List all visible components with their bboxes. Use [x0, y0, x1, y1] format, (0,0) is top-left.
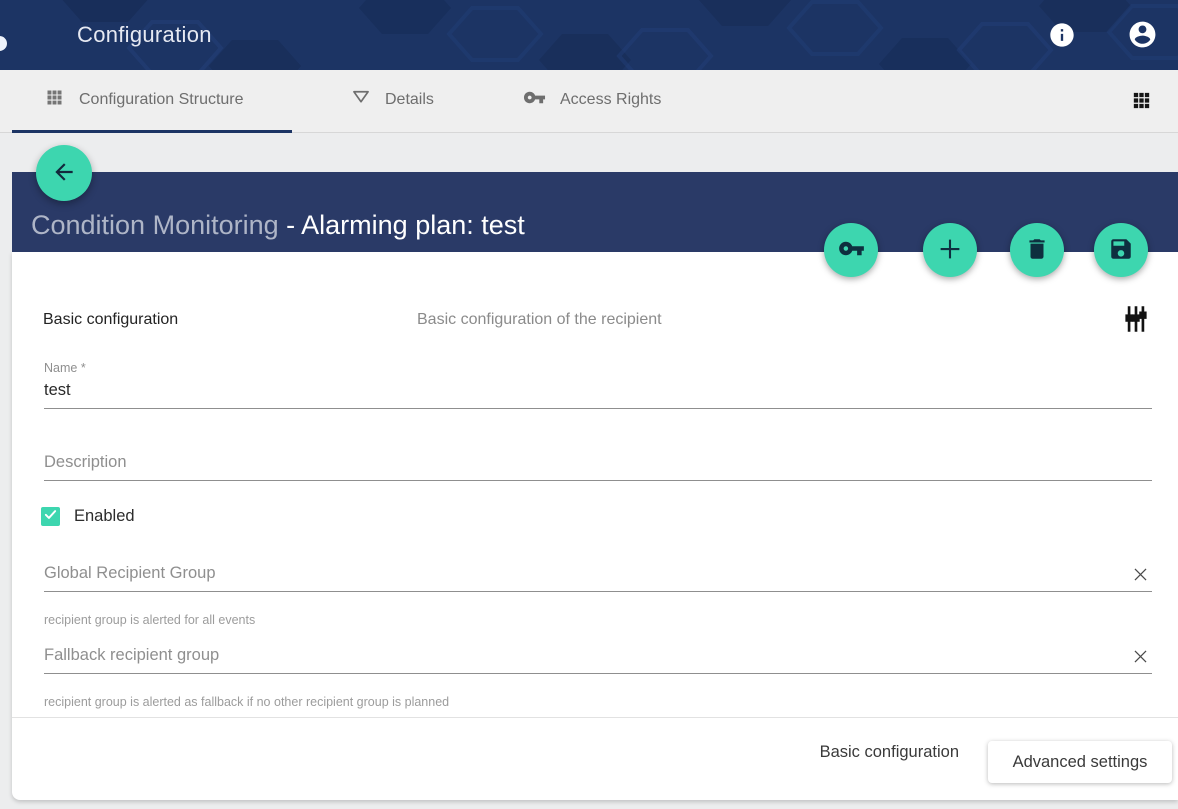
fallback-recipient-group-hint: recipient group is alerted as fallback i… [44, 695, 449, 709]
check-icon [43, 507, 58, 527]
back-button[interactable] [36, 145, 92, 201]
close-icon [1131, 654, 1150, 669]
plus-icon [935, 234, 965, 267]
trash-icon [1024, 236, 1050, 265]
advanced-settings-button[interactable]: Advanced settings [988, 741, 1172, 783]
delete-fab[interactable] [1010, 223, 1064, 277]
arrow-left-icon [51, 159, 77, 188]
fallback-recipient-group-clear-button[interactable] [1130, 646, 1150, 666]
page-title-prefix: Condition Monitoring [31, 210, 286, 240]
page-header-band: Condition Monitoring - Alarming plan: te… [12, 172, 1178, 252]
global-recipient-group-input[interactable] [44, 564, 1152, 592]
account-icon [1127, 38, 1158, 53]
tab-label: Access Rights [560, 91, 661, 109]
tab-label: Configuration Structure [79, 91, 244, 109]
key-icon [523, 86, 546, 114]
app-title: Configuration [77, 22, 212, 48]
advanced-settings-toggle-button[interactable] [1122, 304, 1150, 334]
grid-icon [1130, 100, 1153, 115]
app-bar: Configuration [0, 0, 1178, 70]
name-field-label: Name * [44, 361, 86, 375]
grid-icon [44, 87, 65, 113]
tab-details[interactable]: Details [351, 70, 434, 130]
info-button[interactable] [1048, 21, 1076, 49]
tab-configuration-structure[interactable]: Configuration Structure [44, 70, 244, 130]
close-icon [1131, 572, 1150, 587]
basic-configuration-button[interactable]: Basic configuration [820, 743, 959, 762]
save-icon [1108, 236, 1134, 265]
fallback-recipient-group-input[interactable] [44, 646, 1152, 674]
info-icon [1048, 37, 1076, 52]
enabled-label: Enabled [74, 507, 135, 526]
save-fab[interactable] [1094, 223, 1148, 277]
tab-access-rights[interactable]: Access Rights [523, 70, 661, 130]
enabled-checkbox-row: Enabled [41, 507, 135, 526]
section-subtitle: Basic configuration of the recipient [417, 311, 662, 329]
global-recipient-group-clear-button[interactable] [1130, 564, 1150, 584]
access-rights-fab[interactable] [824, 223, 878, 277]
account-button[interactable] [1127, 19, 1158, 50]
page-title-suffix: - Alarming plan: test [286, 210, 525, 240]
tune-icon [1122, 322, 1150, 337]
active-tab-underline [12, 130, 292, 133]
tab-label: Details [385, 91, 434, 109]
tab-overflow-button[interactable] [1130, 89, 1153, 112]
filter-icon [351, 88, 371, 113]
add-fab[interactable] [923, 223, 977, 277]
description-input[interactable] [44, 453, 1152, 481]
tab-bar: Configuration Structure Details Access R… [0, 70, 1178, 133]
card-footer: Basic configuration Advanced settings [12, 717, 1178, 800]
configuration-card: Basic configuration Basic configuration … [12, 252, 1178, 800]
enabled-checkbox[interactable] [41, 507, 60, 526]
section-title: Basic configuration [43, 311, 178, 329]
key-icon [838, 235, 865, 265]
page-title: Condition Monitoring - Alarming plan: te… [31, 210, 525, 241]
name-input[interactable] [44, 381, 1152, 409]
global-recipient-group-hint: recipient group is alerted for all event… [44, 613, 255, 627]
